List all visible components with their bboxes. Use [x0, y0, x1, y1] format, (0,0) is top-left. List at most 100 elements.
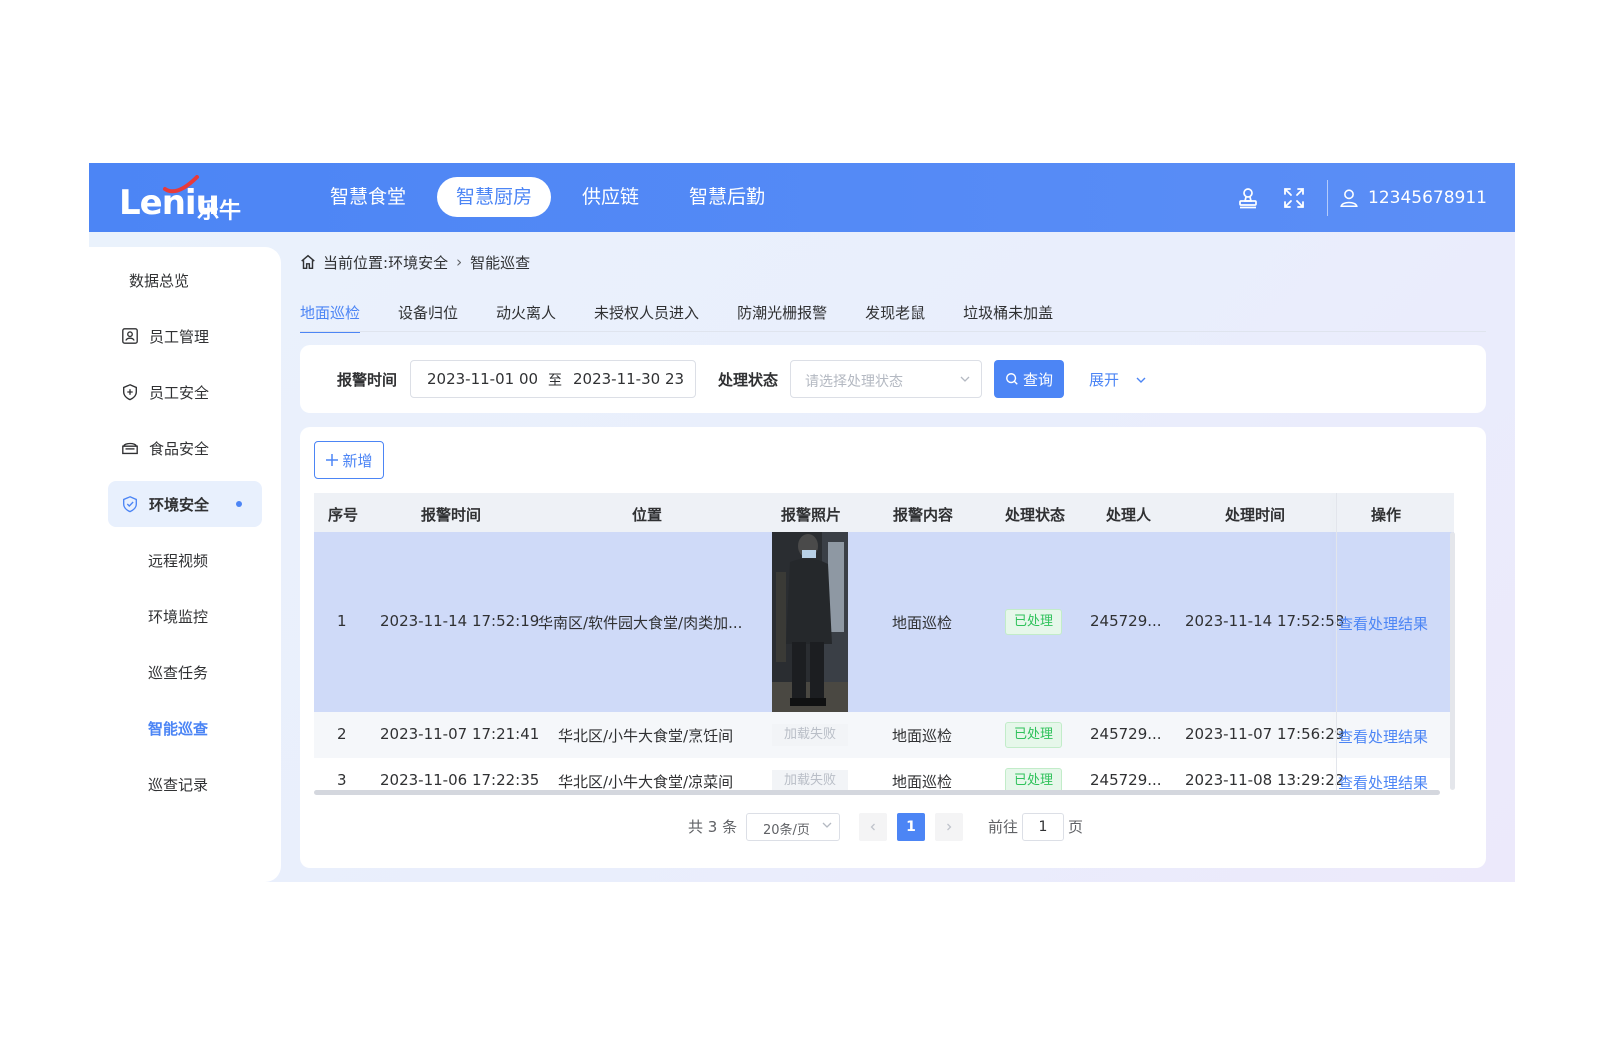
alarm-photo[interactable]: [772, 532, 848, 712]
cell-location: 华北区/小牛大食堂/凉菜间: [558, 773, 734, 790]
expand-toggle[interactable]: 展开: [1089, 369, 1147, 390]
view-result-link[interactable]: 查看处理结果: [1338, 772, 1428, 790]
cell-alarm-time: 2023-11-07 17:21:41: [380, 725, 540, 743]
view-result-link[interactable]: 查看处理结果: [1338, 613, 1428, 634]
stamp-icon[interactable]: [1235, 185, 1261, 211]
shield-check-icon: [120, 494, 140, 514]
user-menu[interactable]: 12345678911: [1338, 187, 1487, 209]
nav-item-smart-canteen[interactable]: 智慧食堂: [311, 177, 425, 217]
view-result-link[interactable]: 查看处理结果: [1338, 726, 1428, 747]
horizontal-scrollbar[interactable]: [314, 790, 1440, 795]
range-separator: 至: [548, 373, 562, 389]
brand-logo[interactable]: Leniu 乐牛: [119, 175, 255, 224]
shield-plus-icon: [120, 382, 140, 402]
query-label: 查询: [1022, 370, 1053, 389]
sidebar-item-inspection-task[interactable]: 巡查任务: [108, 649, 281, 695]
sidebar-item-label: 食品安全: [149, 439, 210, 458]
sidebar-item-smart-inspection[interactable]: 智能巡查: [108, 705, 281, 751]
photo-load-failed: 加载失败: [772, 724, 848, 746]
logo-cn-text: 乐牛: [197, 199, 242, 224]
photo-load-failed: 加载失败: [772, 770, 848, 790]
add-label: 新增: [342, 451, 373, 470]
status-badge: 已处理: [1005, 609, 1063, 635]
cell-handler: 245729...: [1090, 771, 1162, 789]
goto-page-input[interactable]: 1: [1022, 813, 1064, 841]
tab-device-return[interactable]: 设备归位: [398, 299, 458, 333]
tabs-divider: [300, 331, 1486, 332]
sidebar-item-label: 员工安全: [149, 383, 210, 402]
status-badge: 已处理: [1005, 768, 1063, 790]
sidebar-item-food-safety[interactable]: 食品安全: [108, 425, 262, 471]
tab-fire-unattended[interactable]: 动火离人: [496, 299, 556, 333]
sidebar-item-environment-safety[interactable]: 环境安全: [108, 481, 262, 527]
plus-icon: [326, 454, 339, 466]
tab-unauthorized-entry[interactable]: 未授权人员进入: [594, 299, 699, 333]
filter-panel: 报警时间 2023-11-01 00:00:00 至 2023-11-30 23…: [300, 345, 1486, 413]
sidebar-item-inspection-record[interactable]: 巡查记录: [108, 761, 281, 807]
id-card-icon: [120, 326, 140, 346]
sidebar-item-label: 数据总览: [129, 271, 190, 290]
cell-handler: 245729...: [1090, 612, 1162, 630]
query-button[interactable]: 查询: [994, 360, 1064, 398]
expand-label: 展开: [1089, 371, 1120, 389]
add-button[interactable]: 新增: [314, 441, 384, 479]
status-placeholder: 请选择处理状态: [805, 374, 903, 390]
column-header-content: 报警内容: [893, 506, 954, 524]
nav-item-smart-kitchen[interactable]: 智慧厨房: [437, 177, 552, 217]
vertical-scrollbar[interactable]: [1450, 532, 1455, 790]
goto-unit: 页: [1068, 818, 1084, 836]
cell-content: 地面巡检: [892, 614, 953, 632]
breadcrumb-level1[interactable]: 环境安全: [388, 252, 448, 273]
tab-moisture-grating-alarm[interactable]: 防潮光栅报警: [737, 299, 827, 333]
start-date-input[interactable]: 2023-11-01 00:00:00: [427, 370, 537, 388]
column-header-action: 操作: [1371, 506, 1402, 524]
table-row[interactable]: 2 2023-11-07 17:21:41 华北区/小牛大食堂/烹饪间 加载失败…: [314, 712, 1454, 758]
inspection-tabs: 地面巡检 设备归位 动火离人 未授权人员进入 防潮光栅报警 发现老鼠 垃圾桶未加…: [300, 299, 1091, 333]
tab-trash-uncovered[interactable]: 垃圾桶未加盖: [963, 299, 1053, 333]
goto-label: 前往: [988, 818, 1019, 836]
sidebar: 数据总览 员工管理 员工安全 食品安全 环境安全 远程视频 环境监控 巡查任务 …: [89, 247, 281, 882]
sidebar-item-label: 环境监控: [148, 607, 209, 626]
sidebar-item-staff-safety[interactable]: 员工安全: [108, 369, 262, 415]
fixed-column-divider: [1336, 493, 1337, 790]
status-select[interactable]: 请选择处理状态: [790, 360, 982, 398]
nav-item-supply-chain[interactable]: 供应链: [563, 177, 658, 217]
chevron-right-icon: [947, 823, 952, 831]
tab-rat-found[interactable]: 发现老鼠: [865, 299, 925, 333]
end-date-input[interactable]: 2023-11-30 23:59:59: [573, 370, 683, 388]
table-header: 序号 报警时间 位置 报警照片 报警内容 处理状态 处理人 处理时间 操作: [314, 493, 1454, 532]
sidebar-item-label: 巡查任务: [148, 663, 209, 682]
table-panel: 新增 序号 报警时间 位置 报警照片 报警内容 处理状态 处理人 处理时间 操作…: [300, 427, 1486, 868]
sidebar-item-staff-management[interactable]: 员工管理: [108, 313, 262, 359]
column-header-index: 序号: [328, 506, 359, 524]
table-row[interactable]: 1 2023-11-14 17:52:19 华南区/软件园大食堂/肉类加... …: [314, 532, 1454, 712]
pagination: 共 3 条 20条/页 1 前往 1 页: [300, 811, 1486, 841]
page-size-value: 20条/页: [763, 823, 810, 838]
next-page-button[interactable]: [935, 813, 963, 841]
sidebar-item-environment-monitor[interactable]: 环境监控: [108, 593, 281, 639]
column-header-alarm-time: 报警时间: [421, 506, 482, 524]
sidebar-item-label: 环境安全: [149, 495, 210, 514]
breadcrumb-level2: 智能巡查: [470, 253, 531, 272]
prev-page-button[interactable]: [859, 813, 887, 841]
top-bar: Leniu 乐牛 智慧食堂 智慧厨房 供应链 智慧后勤 12345678911: [89, 163, 1515, 232]
sidebar-item-data-overview[interactable]: 数据总览: [108, 257, 281, 303]
date-range-picker[interactable]: 2023-11-01 00:00:00 至 2023-11-30 23:59:5…: [410, 360, 696, 398]
nav-item-smart-logistics[interactable]: 智慧后勤: [670, 177, 784, 217]
fullscreen-icon[interactable]: [1281, 185, 1307, 211]
user-icon: [1340, 188, 1358, 207]
home-icon[interactable]: [299, 253, 317, 271]
chevron-down-icon: [960, 376, 970, 382]
tab-floor-inspection[interactable]: 地面巡检: [300, 299, 361, 333]
table-row[interactable]: 3 2023-11-06 17:22:35 华北区/小牛大食堂/凉菜间 加载失败…: [314, 758, 1454, 790]
page-size-select[interactable]: 20条/页: [746, 813, 840, 841]
cell-handle-time: 2023-11-07 17:56:29: [1185, 725, 1345, 743]
chevron-down-icon: [1136, 377, 1146, 383]
pagination-total: 共 3 条: [688, 818, 738, 836]
alarm-time-label: 报警时间: [337, 371, 398, 389]
sidebar-item-remote-video[interactable]: 远程视频: [108, 537, 281, 583]
chevron-down-icon: [822, 822, 832, 828]
cell-content: 地面巡检: [892, 727, 953, 745]
sidebar-item-label: 智能巡查: [148, 719, 209, 738]
page-number-button[interactable]: 1: [897, 813, 925, 841]
